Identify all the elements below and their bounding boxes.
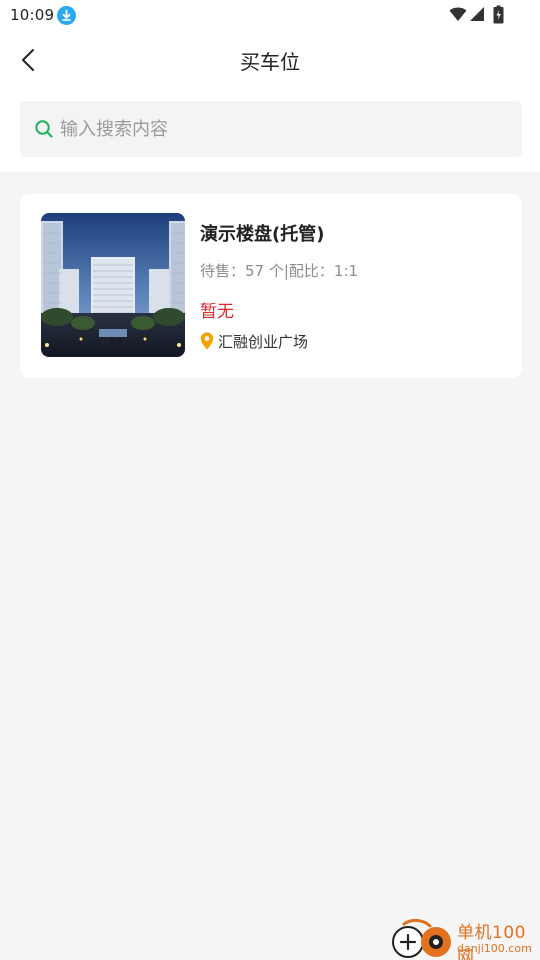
listing-card[interactable]: 演示楼盘(托管) 待售：57 个|配比：1:1 暂无 汇融创业广场: [20, 194, 522, 378]
property-meta: 待售：57 个|配比：1:1: [200, 262, 359, 280]
battery-icon: [493, 5, 504, 28]
signal-icon: [469, 6, 485, 26]
status-bar: 10:09: [0, 0, 540, 32]
nav-bar: 买车位: [0, 32, 540, 88]
search-input[interactable]: [60, 118, 490, 140]
download-icon: [57, 6, 76, 25]
watermark-logo-icon: [392, 918, 451, 958]
wifi-icon: [449, 6, 467, 26]
location-pin-icon: [200, 332, 214, 350]
property-location: 汇融创业广场: [200, 329, 512, 353]
page-title: 买车位: [240, 50, 300, 74]
search-icon: [35, 120, 53, 138]
listing-info: 演示楼盘(托管) 待售：57 个|配比：1:1 暂无 汇融创业广场: [200, 220, 512, 353]
status-time: 10:09: [10, 6, 55, 24]
property-price: 暂无: [200, 302, 234, 322]
location-text: 汇融创业广场: [218, 332, 309, 351]
property-name: 演示楼盘(托管): [200, 224, 325, 245]
search-box[interactable]: [20, 101, 522, 157]
property-image: [41, 213, 185, 357]
watermark-url: danji100.com: [457, 942, 532, 955]
watermark: 单机100网 danji100.com: [390, 914, 540, 960]
